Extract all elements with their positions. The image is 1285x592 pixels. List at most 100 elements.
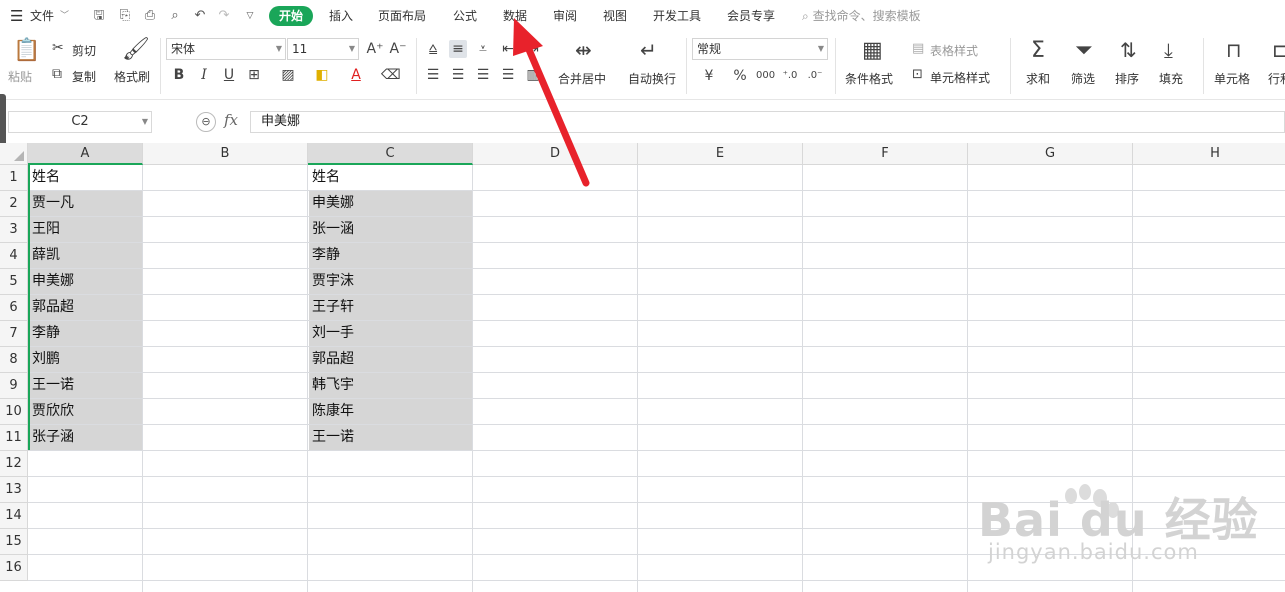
column-header-h[interactable]: H xyxy=(1133,143,1285,165)
table-cell[interactable]: 薛凯 xyxy=(29,243,142,268)
copy-icon[interactable]: ⧉ xyxy=(52,67,62,81)
font-grow-icon[interactable]: A⁺ xyxy=(366,40,384,58)
row-header-9[interactable]: 9 xyxy=(0,373,28,399)
copy-button[interactable]: 复制 xyxy=(72,68,96,85)
cell-icon[interactable]: ⊓ xyxy=(1226,40,1242,60)
conditional-format-icon[interactable]: ▦ xyxy=(862,40,883,62)
column-header-f[interactable]: F xyxy=(803,143,968,165)
tab-developer[interactable]: 开发工具 xyxy=(653,6,701,26)
borders-icon[interactable]: ⊞ xyxy=(245,66,263,84)
align-top-icon[interactable]: ⩠ xyxy=(424,40,442,58)
eraser-icon[interactable]: ⌫ xyxy=(381,66,401,84)
decrease-decimal-icon[interactable]: .0⁻ xyxy=(806,67,824,85)
command-search[interactable]: ⌕ 查找命令、搜索模板 xyxy=(802,6,921,26)
number-format-select[interactable]: 常规 ▼ xyxy=(692,38,828,60)
row-header-13[interactable]: 13 xyxy=(0,477,28,503)
row-header-14[interactable]: 14 xyxy=(0,503,28,529)
fx-icon[interactable]: fx xyxy=(224,111,238,129)
table-style-icon[interactable]: ▤ xyxy=(912,42,924,55)
align-right-icon[interactable]: ☰ xyxy=(474,66,492,84)
filter-button[interactable]: 筛选 xyxy=(1071,70,1095,87)
bold-icon[interactable]: B xyxy=(170,66,188,84)
column-header-e[interactable]: E xyxy=(638,143,803,165)
header-cell[interactable]: 姓名 xyxy=(29,165,142,190)
indent-increase-icon[interactable]: ⇥ xyxy=(524,40,542,58)
print-preview-icon[interactable]: ⌕ xyxy=(166,7,184,25)
percent-icon[interactable]: % xyxy=(731,67,749,85)
save-icon[interactable]: 🖫 xyxy=(90,7,108,25)
underline-icon[interactable]: U xyxy=(220,66,238,84)
select-all-corner[interactable] xyxy=(0,143,28,165)
font-shrink-icon[interactable]: A⁻ xyxy=(389,40,407,58)
table-cell[interactable]: 陈康年 xyxy=(309,399,472,424)
row-header-4[interactable]: 4 xyxy=(0,243,28,269)
tab-home[interactable]: 开始 xyxy=(269,6,314,26)
justify-icon[interactable]: ☰ xyxy=(499,66,517,84)
table-cell[interactable]: 王一诺 xyxy=(29,373,142,398)
row-header-10[interactable]: 10 xyxy=(0,399,28,425)
wrap-text-icon[interactable]: ↵ xyxy=(640,40,657,60)
fill-button[interactable]: 填充 xyxy=(1159,70,1183,87)
table-cell[interactable]: 李静 xyxy=(309,243,472,268)
table-cell[interactable]: 贾宇沫 xyxy=(309,269,472,294)
table-cell[interactable]: 张一涵 xyxy=(309,217,472,242)
align-left-icon[interactable]: ☰ xyxy=(424,66,442,84)
row-header-8[interactable]: 8 xyxy=(0,347,28,373)
table-cell[interactable]: 郭品超 xyxy=(309,347,472,372)
thousands-icon[interactable]: 000 xyxy=(756,67,775,85)
table-cell[interactable]: 王一诺 xyxy=(309,425,472,450)
export-icon[interactable]: ⎘ xyxy=(116,7,134,25)
wrap-text-button[interactable]: 自动换行 xyxy=(628,70,676,87)
column-header-c[interactable]: C xyxy=(308,143,473,165)
tab-formulas[interactable]: 公式 xyxy=(453,6,477,26)
fill-pattern-icon[interactable]: ▨ xyxy=(279,66,297,84)
row-column-button[interactable]: 行和 xyxy=(1268,70,1285,87)
header-cell[interactable]: 姓名 xyxy=(309,165,472,190)
fill-icon[interactable]: ⤓ xyxy=(1164,40,1173,60)
row-header-11[interactable]: 11 xyxy=(0,425,28,451)
row-header-2[interactable]: 2 xyxy=(0,191,28,217)
tab-review[interactable]: 审阅 xyxy=(553,6,577,26)
column-header-a[interactable]: A xyxy=(28,143,143,165)
tab-member[interactable]: 会员专享 xyxy=(727,6,775,26)
sort-button[interactable]: 排序 xyxy=(1115,70,1139,87)
row-header-16[interactable]: 16 xyxy=(0,555,28,581)
format-painter-button[interactable]: 格式刷 xyxy=(114,68,150,85)
paste-icon[interactable]: 📋 xyxy=(13,40,40,62)
table-cell[interactable]: 郭品超 xyxy=(29,295,142,320)
file-menu[interactable]: 文件 xyxy=(30,0,54,32)
tab-insert[interactable]: 插入 xyxy=(329,6,353,26)
table-cell[interactable]: 韩飞宇 xyxy=(309,373,472,398)
row-column-icon[interactable]: ⊏ xyxy=(1272,40,1285,60)
format-painter-icon[interactable]: 🖌 xyxy=(122,39,150,61)
row-header-5[interactable]: 5 xyxy=(0,269,28,295)
sum-button[interactable]: 求和 xyxy=(1026,70,1050,87)
paste-button[interactable]: 粘贴 xyxy=(8,68,32,85)
undo-icon[interactable]: ↶ xyxy=(191,7,209,25)
table-cell[interactable]: 李静 xyxy=(29,321,142,346)
row-header-1[interactable]: 1 xyxy=(0,165,28,191)
table-cell[interactable]: 申美娜 xyxy=(309,191,472,216)
merge-center-button[interactable]: 合并居中 xyxy=(558,70,606,87)
column-header-g[interactable]: G xyxy=(968,143,1133,165)
italic-icon[interactable]: I xyxy=(195,66,213,84)
conditional-format-button[interactable]: 条件格式 xyxy=(845,70,893,87)
distribute-icon[interactable]: ▥ xyxy=(524,66,542,84)
merge-center-icon[interactable]: ⇹ xyxy=(575,40,592,60)
row-header-7[interactable]: 7 xyxy=(0,321,28,347)
table-cell[interactable]: 王阳 xyxy=(29,217,142,242)
scissors-icon[interactable]: ✂ xyxy=(52,41,64,55)
align-bottom-icon[interactable]: ⩡ xyxy=(474,40,492,58)
zoom-icon[interactable]: ⊖ xyxy=(196,112,216,132)
align-middle-icon[interactable]: ≡ xyxy=(449,40,467,58)
table-cell[interactable]: 贾欣欣 xyxy=(29,399,142,424)
row-header-3[interactable]: 3 xyxy=(0,217,28,243)
redo-icon[interactable]: ↷ xyxy=(215,7,233,25)
font-name-select[interactable]: 宋体 ▼ xyxy=(166,38,286,60)
table-cell[interactable]: 张子涵 xyxy=(29,425,142,450)
table-cell[interactable]: 申美娜 xyxy=(29,269,142,294)
table-cell[interactable]: 贾一凡 xyxy=(29,191,142,216)
table-style-button[interactable]: 表格样式 xyxy=(930,42,978,59)
tab-data[interactable]: 数据 xyxy=(503,6,527,26)
table-cell[interactable]: 王子轩 xyxy=(309,295,472,320)
